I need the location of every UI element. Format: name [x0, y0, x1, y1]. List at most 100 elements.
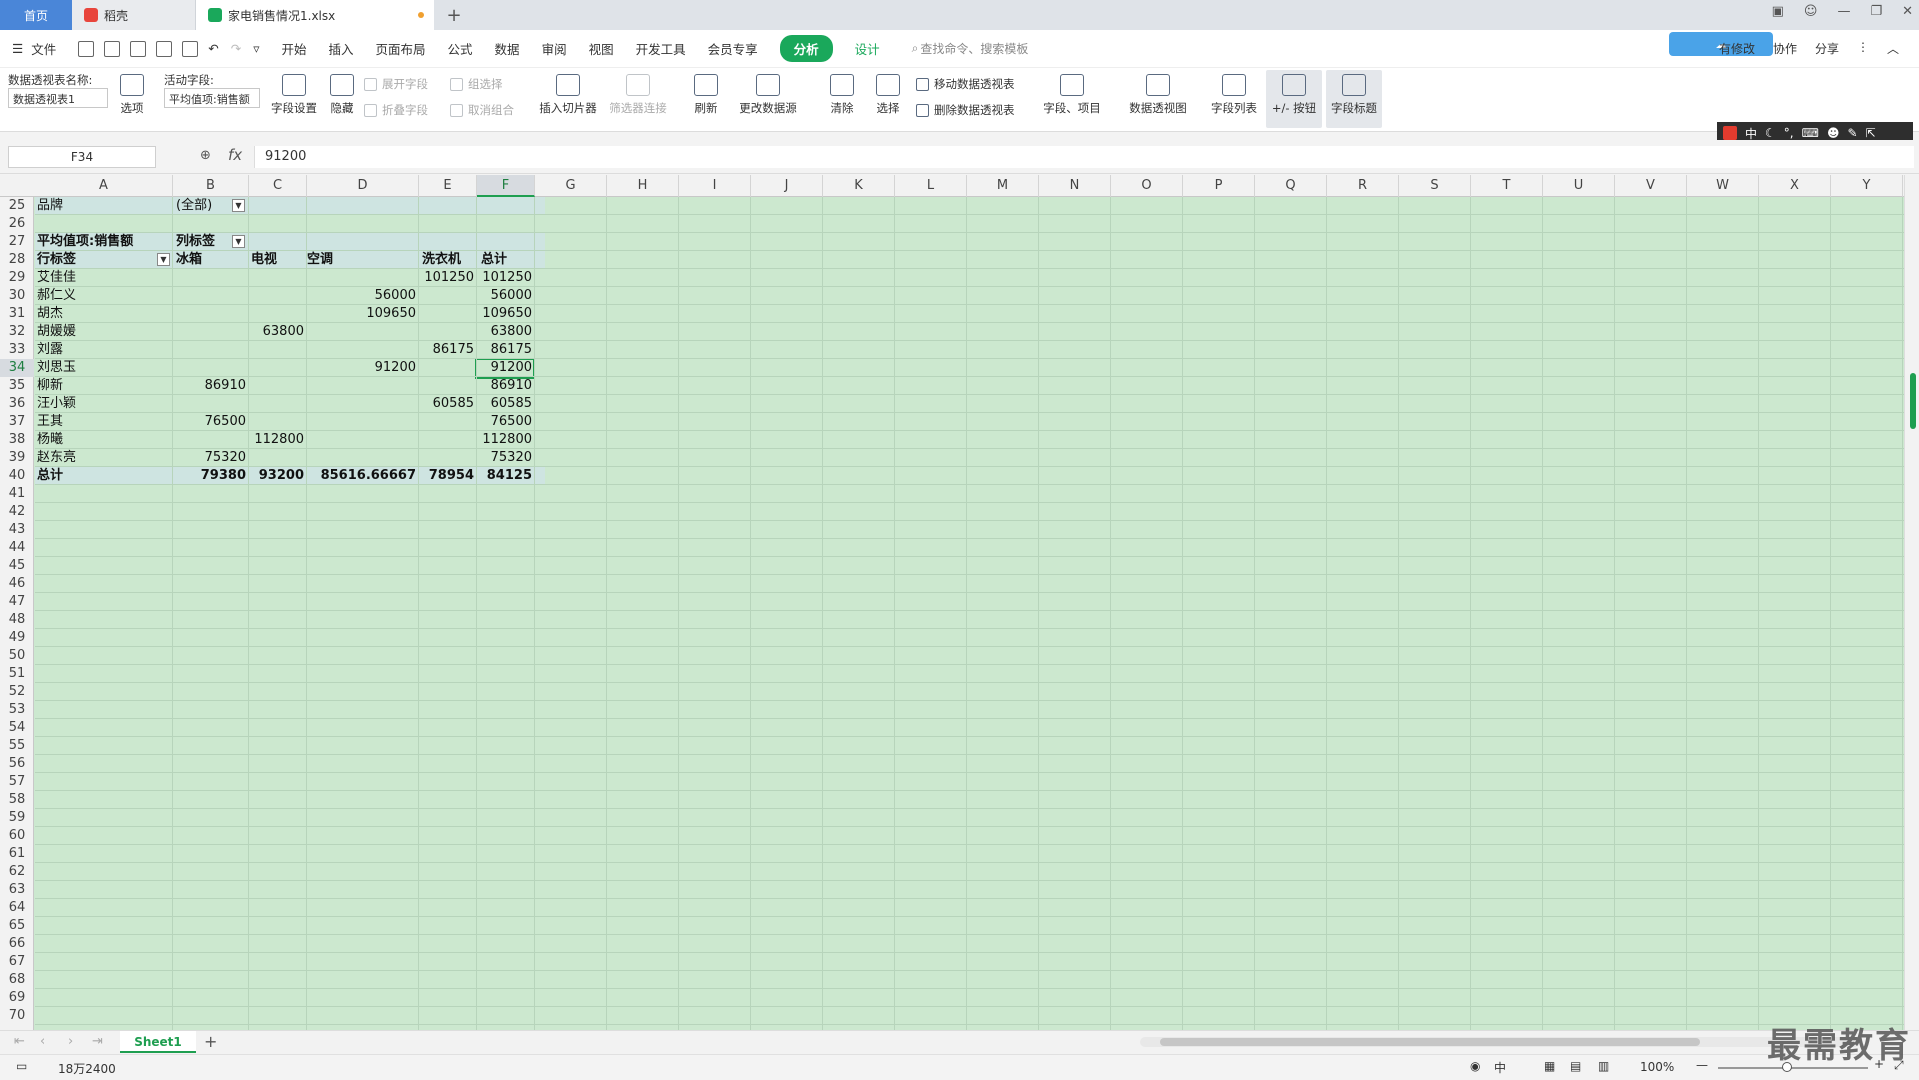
- tab-home[interactable]: 首页: [0, 0, 72, 30]
- row-header[interactable]: 36: [0, 395, 34, 413]
- pivot-total-value[interactable]: 93200: [249, 467, 307, 485]
- clear-button[interactable]: 清除: [822, 74, 862, 116]
- row-header[interactable]: 32: [0, 323, 34, 341]
- undo-icon[interactable]: ↶: [208, 41, 218, 56]
- pivot-row-value[interactable]: 76500: [477, 413, 535, 431]
- row-header[interactable]: 66: [0, 935, 34, 953]
- column-header[interactable]: F: [477, 175, 535, 197]
- row-header[interactable]: 65: [0, 917, 34, 935]
- column-header[interactable]: Y: [1831, 175, 1903, 197]
- pivot-row-value[interactable]: 76500: [173, 413, 249, 431]
- more-icon[interactable]: ⋮: [1857, 40, 1869, 57]
- pivot-row-value[interactable]: 56000: [307, 287, 419, 305]
- menu-review[interactable]: 审阅: [542, 39, 567, 58]
- row-header[interactable]: 34: [0, 359, 34, 377]
- pivot-row-name[interactable]: 胡杰: [37, 305, 63, 323]
- pivot-row-name[interactable]: 柳新: [37, 377, 63, 395]
- pivot-row-value[interactable]: 60585: [477, 395, 535, 413]
- row-header[interactable]: 51: [0, 665, 34, 683]
- pivot-row-value[interactable]: 56000: [477, 287, 535, 305]
- row-header[interactable]: 54: [0, 719, 34, 737]
- pivot-row-name[interactable]: 刘思玉: [37, 359, 76, 377]
- refresh-button[interactable]: 刷新: [686, 74, 726, 116]
- field-headers-button[interactable]: 字段标题: [1326, 70, 1382, 128]
- cell-area[interactable]: 品牌 (全部) ▼ 平均值项:销售额 列标签 ▼ 行标签 ▼ 冰箱 电视 空调 …: [35, 197, 1904, 1030]
- column-header[interactable]: P: [1183, 175, 1255, 197]
- search-icon[interactable]: ⌕: [912, 41, 919, 56]
- menu-design[interactable]: 设计: [855, 39, 880, 58]
- menu-formulas[interactable]: 公式: [448, 39, 473, 58]
- collapse-field-button[interactable]: 折叠字段: [364, 102, 428, 118]
- row-header[interactable]: 46: [0, 575, 34, 593]
- expand-field-button[interactable]: 展开字段: [364, 76, 428, 92]
- zoom-level[interactable]: 100%: [1640, 1060, 1674, 1074]
- pivot-row-value[interactable]: 63800: [477, 323, 535, 341]
- column-header[interactable]: E: [419, 175, 477, 197]
- page-layout-view-icon[interactable]: ▤: [1570, 1059, 1581, 1073]
- menu-file[interactable]: 文件: [31, 39, 56, 58]
- user-icon[interactable]: ☻: [1827, 126, 1840, 140]
- normal-view-icon[interactable]: ▦: [1544, 1059, 1555, 1073]
- row-header[interactable]: 52: [0, 683, 34, 701]
- row-header[interactable]: 59: [0, 809, 34, 827]
- pivot-row-value[interactable]: 109650: [477, 305, 535, 323]
- pivot-row-name[interactable]: 王其: [37, 413, 63, 431]
- column-header[interactable]: M: [967, 175, 1039, 197]
- pivot-row-value[interactable]: 109650: [307, 305, 419, 323]
- column-header[interactable]: C: [249, 175, 307, 197]
- new-tab-button[interactable]: +: [434, 0, 474, 30]
- column-header[interactable]: A: [35, 175, 173, 197]
- pivot-row-value[interactable]: 112800: [477, 431, 535, 449]
- move-pivot-button[interactable]: 移动数据透视表: [916, 76, 1015, 92]
- change-source-button[interactable]: 更改数据源: [732, 74, 804, 116]
- pivot-row-name[interactable]: 赵东亮: [37, 449, 76, 467]
- pivot-row-name[interactable]: 胡媛媛: [37, 323, 76, 341]
- punctuation-icon[interactable]: °,: [1784, 126, 1794, 140]
- menu-data[interactable]: 数据: [495, 39, 520, 58]
- pivot-total-value[interactable]: 79380: [173, 467, 249, 485]
- column-header[interactable]: S: [1399, 175, 1471, 197]
- last-sheet-icon[interactable]: ⇥: [92, 1034, 103, 1049]
- pivot-row-value[interactable]: 63800: [249, 323, 307, 341]
- add-sheet-button[interactable]: +: [204, 1032, 217, 1051]
- zoom-out-icon[interactable]: —: [1696, 1058, 1708, 1072]
- ime-mode[interactable]: 中: [1745, 125, 1757, 142]
- options-button[interactable]: 选项: [112, 74, 152, 116]
- column-header[interactable]: I: [679, 175, 751, 197]
- pivot-total-value[interactable]: 78954: [419, 467, 477, 485]
- row-header[interactable]: 42: [0, 503, 34, 521]
- row-header[interactable]: 68: [0, 971, 34, 989]
- menu-member[interactable]: 会员专享: [708, 39, 758, 58]
- pivot-filter-value[interactable]: (全部): [176, 197, 212, 215]
- share-button[interactable]: 分享: [1815, 40, 1839, 57]
- customize-icon[interactable]: ▿: [253, 41, 259, 56]
- prev-sheet-icon[interactable]: ‹: [40, 1034, 45, 1049]
- row-header[interactable]: 40: [0, 467, 34, 485]
- hamburger-icon[interactable]: ☰: [12, 41, 23, 56]
- row-header[interactable]: 55: [0, 737, 34, 755]
- pivot-row-value[interactable]: 86175: [419, 341, 477, 359]
- pivot-row-name[interactable]: 汪小颖: [37, 395, 76, 413]
- row-header[interactable]: 37: [0, 413, 34, 431]
- pivot-row-value[interactable]: 86910: [173, 377, 249, 395]
- collapse-ribbon-icon[interactable]: ︿: [1887, 40, 1899, 57]
- column-header[interactable]: L: [895, 175, 967, 197]
- active-field-input[interactable]: 平均值项:销售额: [164, 88, 260, 108]
- keyboard-icon[interactable]: ⌨: [1802, 126, 1819, 140]
- column-header[interactable]: X: [1759, 175, 1831, 197]
- filter-connections-button[interactable]: 筛选器连接: [606, 74, 670, 116]
- modified-indicator[interactable]: 有修改: [1719, 40, 1755, 57]
- zoom-formula-icon[interactable]: ⊕: [200, 148, 211, 163]
- sheet-tab[interactable]: Sheet1: [120, 1031, 196, 1053]
- row-header[interactable]: 67: [0, 953, 34, 971]
- menu-view[interactable]: 视图: [589, 39, 614, 58]
- pivot-total-value[interactable]: 84125: [477, 467, 535, 485]
- ungroup-button[interactable]: 取消组合: [450, 102, 514, 118]
- pivot-row-name[interactable]: 刘露: [37, 341, 63, 359]
- column-header[interactable]: G: [535, 175, 607, 197]
- row-label-dropdown-icon[interactable]: ▼: [157, 253, 170, 266]
- row-header[interactable]: 47: [0, 593, 34, 611]
- field-list-button[interactable]: 字段列表: [1208, 74, 1260, 116]
- command-search[interactable]: 查找命令、搜索模板: [920, 40, 1028, 57]
- column-header[interactable]: O: [1111, 175, 1183, 197]
